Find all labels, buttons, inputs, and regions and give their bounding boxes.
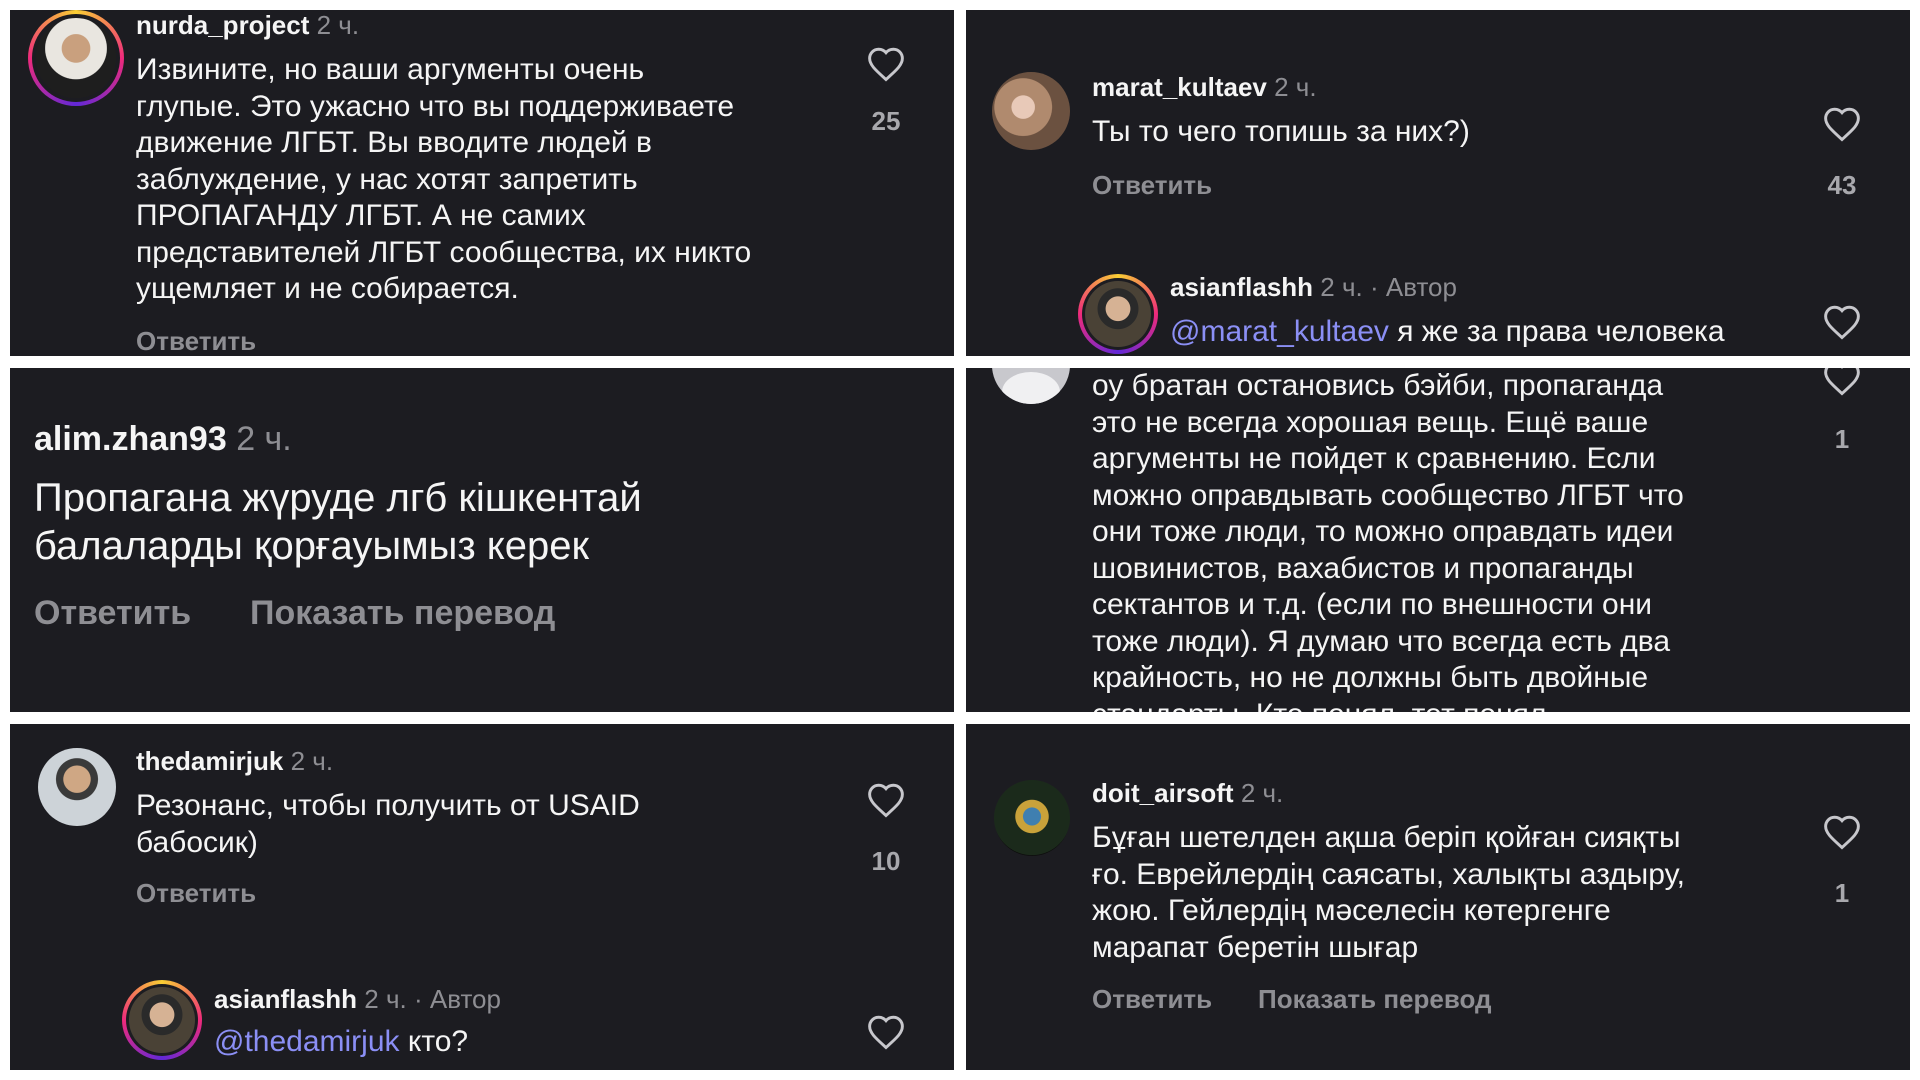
comment-line: шовинистов, вахабистов и пропаганды xyxy=(1092,551,1634,585)
comment-text: Ты то чего топишь за них?) xyxy=(1092,115,1470,148)
comment-time: 2 ч. xyxy=(1274,72,1317,102)
comment-panel-continued: оу братан остановись бэйби, пропаганда э… xyxy=(966,368,1910,712)
reply-button[interactable]: Ответить xyxy=(136,878,256,909)
comment-line: это не всегда хорошая вещь. Ещё ваше xyxy=(1092,405,1649,439)
reply-header: asianflashh 2 ч. · Автор xyxy=(214,984,501,1015)
comment-header: alim.zhan93 2 ч. xyxy=(34,420,292,459)
comment-text: Резонанс, чтобы получить от USAID бабоси… xyxy=(136,788,640,861)
comment-line: Извините, но ваши аргументы очень xyxy=(136,53,645,86)
like-count: 25 xyxy=(871,106,901,136)
comment-line: сектантов и т.д. (если по внешности они xyxy=(1092,588,1653,621)
comment-line: тоже люди). Я думаю что всегда есть два xyxy=(1092,624,1671,658)
comment-panel-alim: alim.zhan93 2 ч. Пропагана жүруде лгб кі… xyxy=(10,368,954,712)
comment-line: марапат беретін шығар xyxy=(1092,930,1419,964)
comment-line: они тоже люди, то можно оправдать идеи xyxy=(1092,515,1674,548)
comment-time: 2 ч. xyxy=(316,10,360,40)
username[interactable]: marat_kultaev xyxy=(1092,72,1267,102)
comment-line: представителей ЛГБТ сообщества, их никто xyxy=(136,235,752,269)
mention-link[interactable]: @thedamirjuk xyxy=(214,1025,400,1058)
reply-text: @thedamirjuk кто? xyxy=(214,1024,468,1060)
comment-line: движение ЛГБТ. Вы вводите людей в xyxy=(136,126,652,159)
comment-time: 2 ч. xyxy=(236,420,292,458)
heart-icon[interactable] xyxy=(866,46,906,82)
show-translation-button[interactable]: Показать перевод xyxy=(250,594,555,633)
comment-line: ПРОПАГАНДУ ЛГБТ. А не самих xyxy=(136,199,586,232)
username[interactable]: asianflashh xyxy=(214,984,357,1014)
comment-header: nurda_project 2 ч. xyxy=(136,10,359,41)
comment-line: Резонанс, чтобы получить от USAID xyxy=(136,789,640,822)
comment-line: ущемляет и не собирается. xyxy=(136,272,519,305)
comment-line: стандарты. Кто понял, тот понял xyxy=(1092,697,1684,713)
like-count: 1 xyxy=(1834,424,1850,454)
heart-icon[interactable] xyxy=(1822,106,1862,142)
reply-body: кто? xyxy=(399,1025,469,1058)
comment-time: 2 ч. xyxy=(290,746,334,776)
heart-icon[interactable] xyxy=(1822,814,1862,850)
avatar[interactable] xyxy=(994,780,1070,856)
avatar[interactable] xyxy=(992,368,1070,404)
comment-line: оу братан остановись бэйби, пропаганда xyxy=(1092,369,1664,402)
comment-line: заблуждение, у нас хотят запретить xyxy=(136,162,638,196)
username[interactable]: alim.zhan93 xyxy=(34,420,227,458)
comment-line: можно оправдывать сообщество ЛГБТ что xyxy=(1092,478,1684,512)
comment-text: Извините, но ваши аргументы очень глупые… xyxy=(136,52,751,308)
comment-line: крайность, но не должны быть двойные xyxy=(1092,661,1649,694)
like-count: 1 xyxy=(1834,878,1850,908)
comment-line: жою. Гейлердің мәселесін көтергенге xyxy=(1092,894,1611,927)
username[interactable]: doit_airsoft xyxy=(1092,778,1234,808)
heart-icon[interactable] xyxy=(866,1014,906,1050)
comment-line: глупые. Это ужасно что вы поддерживаете xyxy=(136,89,735,123)
like-count: 43 xyxy=(1827,170,1857,200)
heart-icon[interactable] xyxy=(1822,304,1862,340)
comment-time: 2 ч. xyxy=(1240,778,1284,808)
comment-panel-nurda: nurda_project 2 ч. Извините, но ваши арг… xyxy=(10,10,954,356)
reply-button[interactable]: Ответить xyxy=(1092,984,1212,1015)
username[interactable]: thedamirjuk xyxy=(136,746,283,776)
avatar[interactable] xyxy=(38,748,116,826)
comment-panel-doit: doit_airsoft 2 ч. Бұған шетелден ақша бе… xyxy=(966,724,1910,1070)
reply-avatar[interactable] xyxy=(122,980,202,1060)
comment-line: Бұған шетелден ақша беріп қойған сияқты xyxy=(1092,821,1681,854)
heart-icon[interactable] xyxy=(1822,368,1862,396)
comment-line: Пропагана жүруде лгб кішкентай xyxy=(34,476,642,520)
comment-line: аргументы не пойдет к сравнению. Если xyxy=(1092,442,1656,475)
username[interactable]: nurda_project xyxy=(136,10,309,40)
comment-line: балаларды қорғауымыз керек xyxy=(34,524,589,568)
reply-body: я же за права человека xyxy=(1388,315,1725,348)
heart-icon[interactable] xyxy=(866,782,906,818)
reply-header: asianflashh 2 ч. · Автор xyxy=(1170,272,1457,303)
comment-text: оу братан остановись бэйби, пропаганда э… xyxy=(1092,368,1684,712)
avatar[interactable] xyxy=(28,10,124,106)
comment-panel-thedamirjuk: thedamirjuk 2 ч. Резонанс, чтобы получит… xyxy=(10,724,954,1070)
username[interactable]: asianflashh xyxy=(1170,272,1313,302)
comment-header: doit_airsoft 2 ч. xyxy=(1092,778,1283,809)
reply-meta: 2 ч. · Автор xyxy=(1320,272,1457,302)
comment-text: Пропагана жүруде лгб кішкентай балаларды… xyxy=(34,474,642,570)
show-translation-button[interactable]: Показать перевод xyxy=(1258,984,1492,1015)
comment-line: ғо. Еврейлердің саясаты, халықты аздыру, xyxy=(1092,857,1685,891)
reply-meta: 2 ч. · Автор xyxy=(364,984,501,1014)
reply-text: @marat_kultaev я же за права человека xyxy=(1170,314,1725,350)
reply-button[interactable]: Ответить xyxy=(34,594,191,633)
comment-header: thedamirjuk 2 ч. xyxy=(136,746,333,777)
comment-panel-marat: marat_kultaev 2 ч. Ты то чего топишь за … xyxy=(966,10,1910,356)
comment-text: Бұған шетелден ақша беріп қойған сияқты … xyxy=(1092,820,1685,966)
reply-button[interactable]: Ответить xyxy=(136,326,256,356)
mention-link[interactable]: @marat_kultaev xyxy=(1170,315,1389,348)
reply-avatar[interactable] xyxy=(1078,274,1158,354)
avatar[interactable] xyxy=(992,72,1070,150)
like-count: 10 xyxy=(871,846,901,876)
reply-button[interactable]: Ответить xyxy=(1092,170,1212,201)
comment-header: marat_kultaev 2 ч. xyxy=(1092,72,1317,103)
comment-line: бабосик) xyxy=(136,825,258,859)
